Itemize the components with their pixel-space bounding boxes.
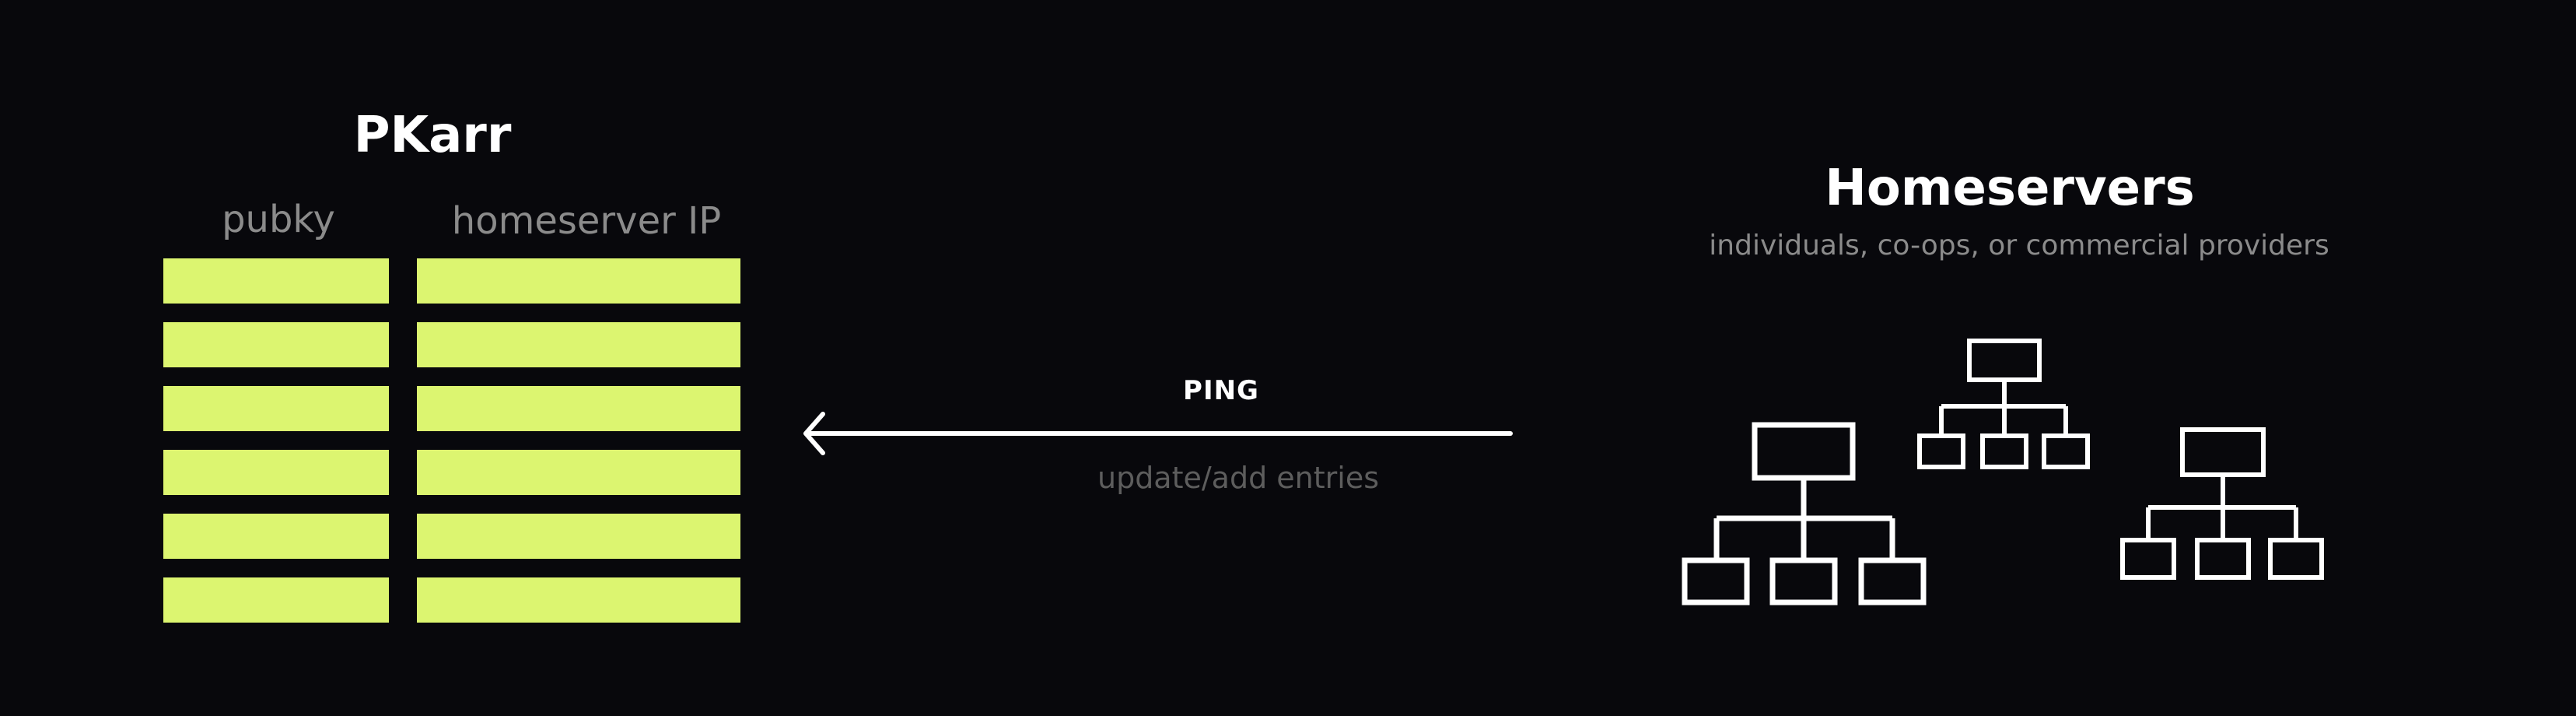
diagram-canvas: PKarr pubky homeserver IP PING update/ad… <box>0 0 2576 716</box>
org-tree-icon <box>2120 427 2324 580</box>
diagram-graphics <box>803 339 2324 605</box>
org-tree-icon <box>1917 339 2090 469</box>
ping-arrow <box>803 412 1513 455</box>
org-tree-icon <box>1682 422 1927 605</box>
